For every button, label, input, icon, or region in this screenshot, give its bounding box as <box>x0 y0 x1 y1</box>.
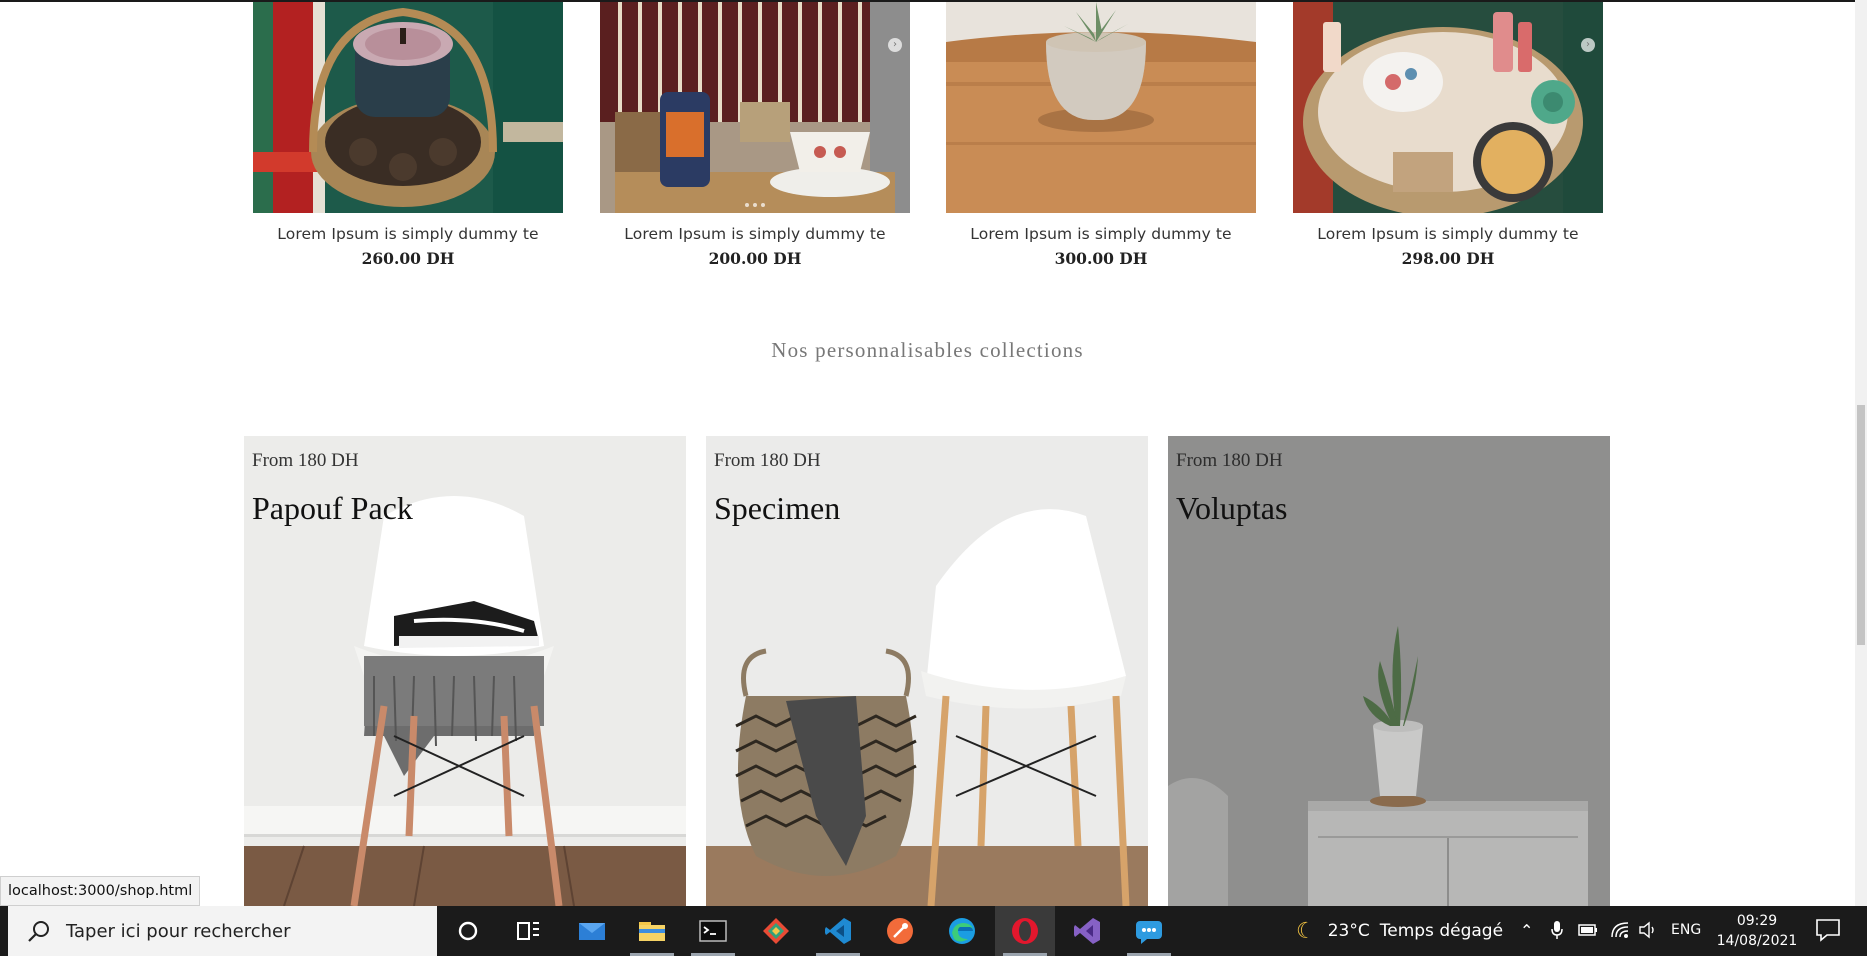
product-card[interactable]: › Lorem Ipsum is simply dummy te 200.00 … <box>600 2 910 268</box>
battery-icon[interactable] <box>1578 923 1598 937</box>
taskbar-search-box[interactable]: Taper ici pour rechercher <box>8 906 437 956</box>
microphone-icon[interactable] <box>1550 920 1564 940</box>
collection-price-from: From 180 DH <box>714 450 821 471</box>
weather-temperature: 23°C <box>1327 921 1370 941</box>
collection-price-from: From 180 DH <box>252 450 359 471</box>
succulent-pot-image <box>946 2 1256 213</box>
product-price: 298.00 DH <box>1401 249 1495 268</box>
taskbar-clock[interactable]: 09:29 14/08/2021 <box>1712 911 1802 951</box>
candle-basket-image <box>253 2 563 213</box>
notification-center-icon[interactable] <box>1815 918 1841 942</box>
product-price: 300.00 DH <box>1054 249 1148 268</box>
product-image[interactable]: › <box>600 2 910 213</box>
product-name[interactable]: Lorem Ipsum is simply dummy te <box>1293 225 1603 243</box>
vscode-icon[interactable] <box>808 906 868 956</box>
clock-date: 14/08/2021 <box>1716 933 1798 949</box>
product-card[interactable]: › Lorem Ipsum is simply dummy te 298.00 … <box>1293 2 1603 268</box>
wifi-icon[interactable] <box>1610 921 1630 939</box>
slider-next-icon[interactable]: › <box>1581 38 1595 52</box>
moon-icon: ☾ <box>1296 918 1316 944</box>
product-image[interactable] <box>253 2 563 213</box>
weather-description: Temps dégagé <box>1379 921 1504 941</box>
collection-card-voluptas[interactable]: From 180 DH Voluptas <box>1168 436 1610 906</box>
clock-time: 09:29 <box>1736 913 1778 929</box>
product-name[interactable]: Lorem Ipsum is simply dummy te <box>946 225 1256 243</box>
windows-taskbar: Taper ici pour rechercher ☾ 23°C Temps d… <box>0 906 1867 956</box>
chevron-up-icon[interactable]: ⌃ <box>1520 921 1533 940</box>
collection-card-specimen[interactable]: From 180 DH Specimen <box>706 436 1148 906</box>
tea-set-image <box>600 2 910 213</box>
collections-section-title: Nos personnalisables collections <box>771 338 1084 362</box>
collection-name[interactable]: Voluptas <box>1176 490 1287 527</box>
cortana-icon[interactable] <box>438 906 498 956</box>
volume-icon[interactable] <box>1638 921 1658 939</box>
product-card[interactable]: Lorem Ipsum is simply dummy te 260.00 DH <box>253 2 563 268</box>
weather-widget[interactable]: ☾ 23°C Temps dégagé <box>1296 906 1503 956</box>
product-name[interactable]: Lorem Ipsum is simply dummy te <box>600 225 910 243</box>
chat-icon[interactable] <box>1119 906 1179 956</box>
taskbar-search-placeholder: Taper ici pour rechercher <box>66 920 291 942</box>
file-explorer-icon[interactable] <box>622 906 682 956</box>
product-image[interactable] <box>946 2 1256 213</box>
page-scrollbar-thumb[interactable] <box>1857 405 1865 645</box>
task-view-icon[interactable] <box>498 906 558 956</box>
slider-dots <box>745 203 765 207</box>
collection-name[interactable]: Specimen <box>714 490 840 527</box>
postman-icon[interactable] <box>870 906 930 956</box>
collection-name[interactable]: Papouf Pack <box>252 490 413 527</box>
product-price: 200.00 DH <box>708 249 802 268</box>
product-name[interactable]: Lorem Ipsum is simply dummy te <box>253 225 563 243</box>
git-kraken-icon[interactable] <box>746 906 806 956</box>
gift-basket-image <box>1293 2 1603 213</box>
opera-icon[interactable] <box>995 906 1055 956</box>
search-icon <box>28 921 49 942</box>
link-status-url: localhost:3000/shop.html <box>0 876 201 906</box>
input-language-indicator[interactable]: ENG <box>1671 922 1701 938</box>
visual-studio-icon[interactable] <box>1057 906 1117 956</box>
slider-next-icon[interactable]: › <box>888 38 902 52</box>
product-price: 260.00 DH <box>361 249 455 268</box>
collection-card-papouf-pack[interactable]: From 180 DH Papouf Pack <box>244 436 686 906</box>
collection-price-from: From 180 DH <box>1176 450 1283 471</box>
product-image[interactable]: › <box>1293 2 1603 213</box>
product-card[interactable]: Lorem Ipsum is simply dummy te 300.00 DH <box>946 2 1256 268</box>
terminal-icon[interactable] <box>683 906 743 956</box>
edge-icon[interactable] <box>932 906 992 956</box>
mail-icon[interactable] <box>562 906 622 956</box>
